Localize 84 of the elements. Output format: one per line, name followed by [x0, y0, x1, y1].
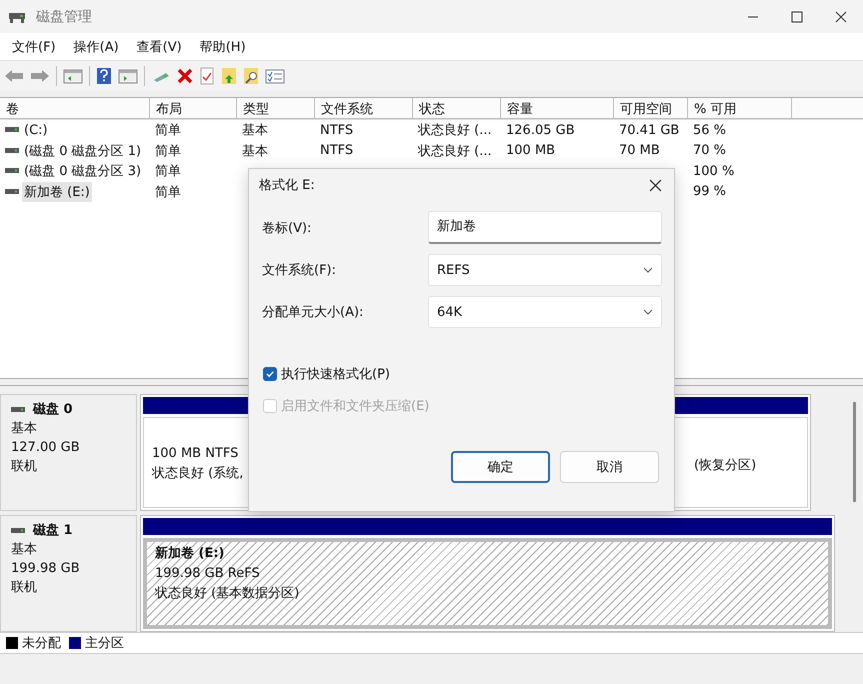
checkbox-label: 执行快速格式化(P) — [281, 366, 390, 383]
input-field[interactable]: 新加卷 — [428, 211, 662, 244]
table-cell: 70.41 GB — [619, 122, 680, 138]
volume-name[interactable]: 新加卷 (E:) — [22, 182, 92, 202]
drive-icon — [11, 406, 25, 412]
table-cell: 70 % — [693, 143, 726, 158]
checkbox-label: 启用文件和文件夹压缩(E) — [281, 398, 430, 415]
panel-icon[interactable] — [118, 68, 138, 84]
table-cell-text: 状态良好 (... — [418, 122, 492, 140]
table-cell: 100 MB — [506, 143, 556, 158]
column-header[interactable]: 容量 — [501, 98, 614, 119]
table-cell: 70 MB — [619, 143, 660, 158]
help-icon[interactable] — [96, 67, 112, 85]
dialog-button[interactable]: 确定 — [451, 451, 550, 483]
disk-type: 基本 — [11, 420, 38, 438]
dialog-title: 格式化 E: — [259, 177, 315, 194]
table-cell: 126.05 GB — [506, 122, 575, 138]
dropdown[interactable]: REFS — [428, 254, 662, 286]
menu-item[interactable]: 查看(V) — [130, 38, 188, 56]
drive-icon — [11, 528, 25, 534]
table-cell: 99 % — [693, 184, 726, 200]
partition-title: 新加卷 (E:) — [155, 544, 226, 563]
back-arrow-icon[interactable] — [4, 68, 24, 84]
table-cell: 56 % — [693, 122, 726, 138]
column-header[interactable]: 状态 — [413, 98, 501, 119]
checkbox[interactable] — [263, 367, 277, 381]
legend-label: 未分配 — [22, 635, 61, 652]
table-cell-text: 基本 — [242, 142, 268, 160]
disk-type: 基本 — [11, 541, 38, 559]
drive-icon — [5, 148, 19, 154]
volume-name[interactable]: (磁盘 0 磁盘分区 1) — [22, 140, 144, 161]
table-cell-text: 简单 — [155, 142, 181, 160]
disk-size: 127.00 GB — [11, 439, 81, 457]
column-header[interactable]: % 可用 — [688, 98, 792, 119]
chevron-down-icon — [643, 309, 653, 315]
disk-name: 磁盘 1 — [33, 522, 73, 540]
field-label: 文件系统(F): — [262, 262, 338, 279]
table-cell-text: 简单 — [155, 122, 181, 140]
dropdown[interactable]: 64K — [428, 296, 662, 328]
table-cell: 100 % — [693, 164, 734, 179]
table-cell-text: 状态良好 (... — [418, 142, 492, 160]
menu-item[interactable]: 文件(F) — [6, 38, 62, 56]
disk-status: 联机 — [11, 458, 38, 476]
field-label: 分配单元大小(A): — [262, 304, 364, 321]
column-header[interactable]: 类型 — [237, 98, 315, 119]
disk-size: 199.98 GB — [11, 560, 81, 578]
menu-item[interactable]: 帮助(H) — [194, 38, 252, 56]
drive-icon — [5, 188, 19, 195]
table-cell-text: 基本 — [242, 122, 268, 140]
partition-info: 状态良好 (基本数据分区) — [155, 585, 300, 603]
checkmark-icon — [265, 369, 275, 379]
checklist-icon[interactable] — [265, 68, 285, 84]
column-header[interactable]: 文件系统 — [315, 98, 413, 119]
disk-name: 磁盘 0 — [33, 401, 73, 419]
legend-label: 主分区 — [85, 635, 124, 652]
partition-block[interactable]: 新加卷 (E:) 199.98 GB ReFS 状态良好 (基本数据分区) — [143, 518, 832, 629]
table-cell-text: 简单 — [155, 184, 181, 201]
window-title: 磁盘管理 — [36, 8, 92, 26]
disk-status: 联机 — [11, 579, 38, 597]
menu-item[interactable]: 操作(A) — [68, 38, 125, 56]
drive-icon — [5, 127, 19, 134]
close-icon[interactable] — [649, 178, 662, 192]
column-header[interactable]: 卷 — [0, 98, 150, 119]
partition-info: 199.98 GB ReFS — [155, 565, 261, 583]
folder-search-icon[interactable] — [243, 67, 259, 85]
column-header[interactable]: 可用空间 — [614, 98, 688, 119]
table-cell: NTFS — [320, 143, 354, 158]
table-cell-text: 简单 — [155, 163, 181, 180]
panel-icon[interactable] — [63, 68, 83, 84]
partition-info: 100 MB NTFS — [152, 445, 240, 463]
drive-icon — [5, 168, 19, 174]
partition-info: (恢复分区) — [694, 457, 758, 475]
volume-name[interactable]: (C:) — [22, 122, 50, 139]
table-cell: NTFS — [320, 122, 354, 138]
field-label: 卷标(V): — [262, 220, 312, 236]
column-header[interactable]: 布局 — [150, 98, 237, 119]
forward-arrow-icon[interactable] — [30, 68, 50, 84]
chevron-down-icon — [643, 267, 653, 273]
dialog-button[interactable]: 取消 — [560, 451, 659, 483]
partition-info: 状态良好 (系统, — [152, 465, 244, 483]
volume-name[interactable]: (磁盘 0 磁盘分区 3) — [22, 161, 144, 182]
delete-icon[interactable] — [177, 68, 193, 84]
folder-up-icon[interactable] — [221, 67, 237, 85]
properties-icon[interactable] — [199, 67, 215, 85]
